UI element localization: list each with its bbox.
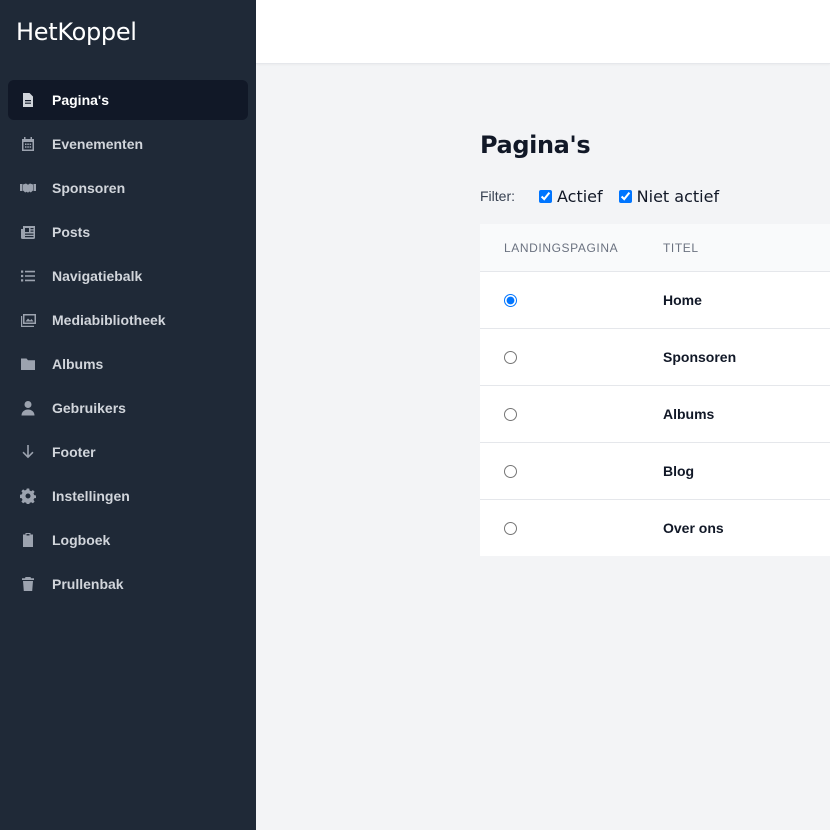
sidebar-item-instellingen[interactable]: Instellingen (8, 476, 248, 516)
sidebar-item-label: Instellingen (52, 488, 130, 504)
page-title-cell[interactable]: Blog (663, 463, 694, 479)
filter-option-actief[interactable]: Actief (537, 187, 603, 206)
user-icon (20, 400, 36, 416)
table-row[interactable]: Sponsoren (480, 329, 830, 386)
handshake-icon (20, 180, 36, 196)
app-brand[interactable]: HetKoppel (16, 18, 137, 46)
table-header: Landingspagina Titel (480, 224, 830, 272)
sidebar-item-posts[interactable]: Posts (8, 212, 248, 252)
top-bar (256, 0, 830, 64)
sidebar-item-label: Mediabibliotheek (52, 312, 166, 328)
sidebar-item-gebruikers[interactable]: Gebruikers (8, 388, 248, 428)
file-icon (20, 92, 36, 108)
sidebar-item-label: Navigatiebalk (52, 268, 143, 284)
column-header-landingspagina: Landingspagina (504, 240, 619, 255)
pages-table: Landingspagina Titel Home Sponsoren Albu… (480, 224, 830, 556)
table-row[interactable]: Albums (480, 386, 830, 443)
sidebar-item-footer[interactable]: Footer (8, 432, 248, 472)
sidebar-item-albums[interactable]: Albums (8, 344, 248, 384)
folder-icon (20, 356, 36, 372)
sidebar-item-prullenbak[interactable]: Prullenbak (8, 564, 248, 604)
sidebar-item-label: Prullenbak (52, 576, 124, 592)
landing-page-radio[interactable] (504, 350, 517, 364)
table-row[interactable]: Over ons (480, 500, 830, 556)
landing-page-radio[interactable] (504, 464, 517, 478)
sidebar-item-label: Evenementen (52, 136, 144, 152)
clipboard-icon (20, 532, 36, 548)
table-row[interactable]: Home (480, 272, 830, 329)
landing-page-radio[interactable] (504, 407, 517, 421)
sidebar-item-navigatiebalk[interactable]: Navigatiebalk (8, 256, 248, 296)
sidebar-item-sponsoren[interactable]: Sponsoren (8, 168, 248, 208)
landing-page-radio[interactable] (504, 293, 517, 307)
sidebar-item-paginas[interactable]: Pagina's (8, 80, 248, 120)
page-title: Pagina's (480, 131, 591, 159)
newspaper-icon (20, 224, 36, 240)
sidebar-item-label: Albums (52, 356, 104, 372)
sidebar-item-evenementen[interactable]: Evenementen (8, 124, 248, 164)
sidebar-item-label: Logboek (52, 532, 111, 548)
trash-icon (20, 576, 36, 592)
calendar-icon (20, 136, 36, 152)
filter-option-label: Actief (557, 186, 603, 206)
column-header-titel: Titel (663, 240, 699, 255)
actief-checkbox[interactable] (539, 189, 552, 203)
list-icon (20, 268, 36, 284)
niet-actief-checkbox[interactable] (618, 189, 632, 203)
sidebar: HetKoppel Pagina's Evenementen Sponsoren… (0, 0, 256, 830)
page-title-cell[interactable]: Home (663, 292, 702, 308)
sidebar-item-label: Posts (52, 224, 91, 240)
landing-page-radio[interactable] (504, 521, 517, 535)
sidebar-item-label: Sponsoren (52, 180, 126, 196)
page-title-cell[interactable]: Over ons (663, 520, 724, 536)
sidebar-nav: Pagina's Evenementen Sponsoren Posts Nav… (8, 80, 248, 608)
arrow-down-icon (20, 444, 36, 460)
table-row[interactable]: Blog (480, 443, 830, 500)
page-title-cell[interactable]: Sponsoren (663, 349, 736, 365)
filter-label: Filter: (480, 188, 515, 204)
sidebar-item-label: Footer (52, 444, 96, 460)
sidebar-item-mediabibliotheek[interactable]: Mediabibliotheek (8, 300, 248, 340)
gear-icon (20, 488, 36, 504)
sidebar-item-logboek[interactable]: Logboek (8, 520, 248, 560)
images-icon (20, 312, 36, 328)
filter-option-label: Niet actief (636, 186, 720, 206)
filter-bar: Filter: Actief Niet actief (480, 186, 733, 206)
sidebar-item-label: Gebruikers (52, 400, 126, 416)
sidebar-item-label: Pagina's (52, 92, 110, 108)
filter-option-niet-actief[interactable]: Niet actief (617, 187, 719, 206)
page-title-cell[interactable]: Albums (663, 406, 714, 422)
